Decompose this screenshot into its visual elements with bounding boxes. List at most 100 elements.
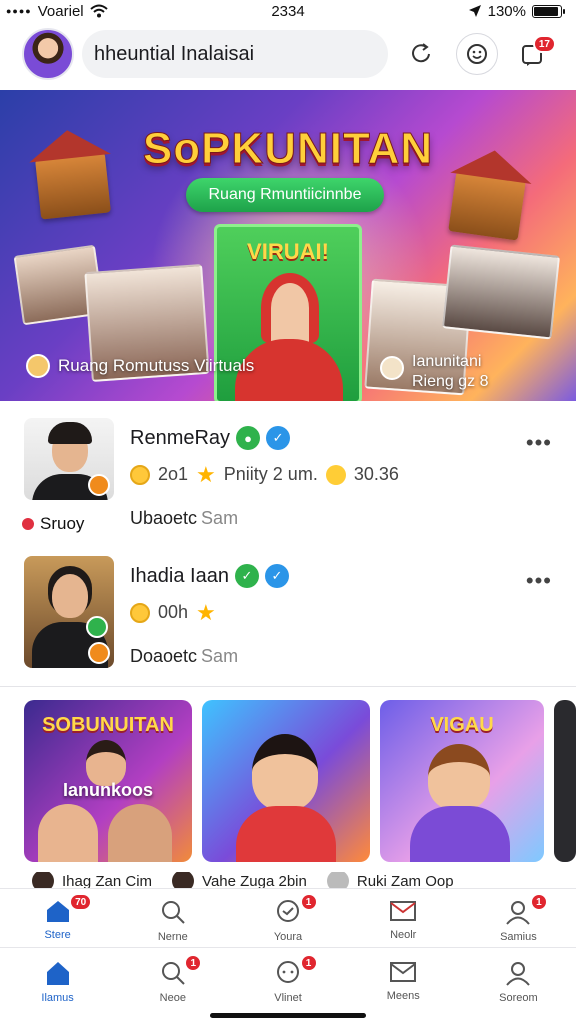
signal-dots-icon: ●●●● (6, 6, 32, 16)
chat-icon (277, 900, 299, 922)
game-card-title: VIGAU (430, 714, 494, 736)
card-figure (410, 806, 510, 862)
tab-label: Neoe (159, 992, 186, 1004)
tab-label: Meens (386, 990, 420, 1002)
search-text: hheuntial Inalaisai (94, 42, 255, 65)
star-icon: ★ (196, 599, 216, 625)
feed-stat-1: 2o1 (158, 464, 189, 484)
tab-profile[interactable]: Samius 1 (461, 889, 576, 947)
tab-badge: 1 (299, 893, 318, 911)
hero-banner[interactable]: SoPKUNITAN Ruang Rmuntiicinnbe VIRUAI! R… (0, 90, 576, 401)
feed-item[interactable]: Ihadia Iaan ✓ ✓ 00h ★ Doaoetc Sam ••• (0, 556, 576, 676)
tab-home[interactable]: Ilamus (0, 950, 115, 1024)
banner-caption-left: Ruang Romutuss Viirtuals (26, 354, 254, 378)
more-options-icon[interactable]: ••• (526, 568, 552, 594)
feed-subtitle: Ubaoetc Sam (130, 508, 238, 529)
live-badge-icon (88, 642, 110, 664)
location-icon (468, 5, 481, 17)
tab-badge: 1 (529, 893, 548, 911)
emoji-button[interactable] (456, 33, 498, 75)
feed-stats: 00h ★ (130, 599, 216, 625)
feed-subtitle-muted: Sam (201, 646, 239, 666)
carrier-label: Voariel (37, 2, 84, 20)
notifications-button[interactable]: 17 (512, 33, 556, 75)
tab-label: Ilamus (41, 992, 74, 1004)
home-indicator (210, 1013, 366, 1018)
tab-label: Nerne (157, 931, 188, 943)
battery-fill (534, 6, 558, 16)
banner-caption-left-text: Ruang Romutuss Viirtuals (58, 356, 255, 375)
search-icon (161, 962, 185, 985)
feed-stat-3: 30.36 (353, 464, 399, 484)
feed-name[interactable]: Ihadia Iaan ✓ ✓ (130, 564, 289, 588)
card-label-text: Vahe Zuga 2bin (202, 872, 307, 890)
tab-chat[interactable]: Youra 1 (230, 889, 345, 947)
section-divider (0, 686, 576, 687)
card-figure (252, 734, 318, 810)
tab-label: Stere (44, 929, 71, 941)
header-actions: 17 (400, 33, 556, 75)
banner-caption-right-line-1: Ianunitani (412, 353, 482, 370)
thumb-face (52, 574, 88, 618)
tag-dot-icon (22, 518, 34, 530)
more-options-icon[interactable]: ••• (526, 430, 552, 456)
profile-avatar[interactable] (22, 28, 74, 80)
house-illustration-right (448, 171, 526, 241)
feed-name-text: Ihadia Iaan (130, 564, 229, 587)
refresh-button[interactable] (400, 33, 442, 75)
smile-icon (325, 464, 346, 485)
mail-icon (390, 962, 417, 982)
coin-icon (130, 464, 150, 485)
card-figure (236, 806, 336, 862)
game-card[interactable]: VIGAU (380, 700, 544, 862)
feed-subtitle: Doaoetc Sam (130, 646, 238, 667)
top-header: hheuntial Inalaisai 17 (0, 24, 576, 84)
verified-icon: ✓ (266, 426, 291, 450)
banner-photo-4 (441, 244, 561, 340)
battery-percent: 130% (487, 2, 526, 20)
search-bar[interactable]: hheuntial Inalaisai (82, 30, 388, 78)
feed-subtitle-text: Ubaoetc (130, 508, 198, 528)
card-figure (428, 744, 490, 810)
game-card[interactable]: SOBUNUITAN Ianunkoos (24, 700, 192, 862)
profile-icon (506, 901, 531, 925)
mail-icon (390, 901, 417, 921)
feed-item[interactable]: Sruoy RenmeRay ● ✓ 2o1 ★ Pniity 2 um. 30… (0, 418, 576, 538)
game-card-subtitle: Ianunkoos (62, 780, 153, 800)
game-card-peek[interactable] (554, 700, 576, 862)
tab-bar-upper: Stere 70 Nerne Youra 1 Neolr Samius 1 (0, 888, 576, 948)
card-figure (38, 804, 98, 862)
feed-name[interactable]: RenmeRay ● ✓ (130, 426, 291, 450)
feed-subtitle-muted: Sam (201, 508, 239, 528)
chat-icon (277, 961, 299, 983)
banner-card-title: VIRUAI! (247, 239, 329, 264)
tab-label: Neolr (390, 929, 417, 941)
star-icon: ★ (196, 461, 216, 487)
feed-stats: 2o1 ★ Pniity 2 um. 30.36 (130, 461, 399, 487)
tab-store[interactable]: Stere 70 (0, 889, 115, 947)
refresh-icon (412, 43, 430, 63)
tab-profile[interactable]: Soreom (461, 950, 576, 1024)
feed-stat-1: 00h (158, 602, 189, 622)
banner-person-face (261, 273, 319, 343)
status-left: ●●●● Voariel (6, 3, 108, 20)
profile-icon (506, 962, 531, 986)
battery-icon (532, 4, 565, 18)
tab-mail[interactable]: Neolr (346, 889, 461, 947)
caption-icon (26, 354, 50, 378)
feed-tag-label: Sruoy (40, 514, 85, 533)
chat-badge-icon: ● (236, 426, 261, 450)
feed-thumbnail[interactable] (24, 556, 114, 668)
caption-right-icon (380, 356, 404, 380)
status-bar: ●●●● Voariel 2334 130% (0, 0, 576, 22)
tab-badge: 1 (184, 954, 203, 972)
game-cards-carousel[interactable]: SOBUNUITAN Ianunkoos VIGAU (24, 700, 576, 862)
status-right: 130% (468, 2, 565, 20)
banner-pill-button[interactable]: Ruang Rmuntiicinnbe (186, 178, 384, 212)
feed-thumbnail[interactable] (24, 418, 114, 500)
search-icon (161, 901, 185, 924)
tab-label: Soreom (499, 992, 538, 1004)
game-card[interactable] (202, 700, 370, 862)
live-badge-icon (88, 474, 110, 496)
tab-search[interactable]: Nerne (115, 889, 230, 947)
